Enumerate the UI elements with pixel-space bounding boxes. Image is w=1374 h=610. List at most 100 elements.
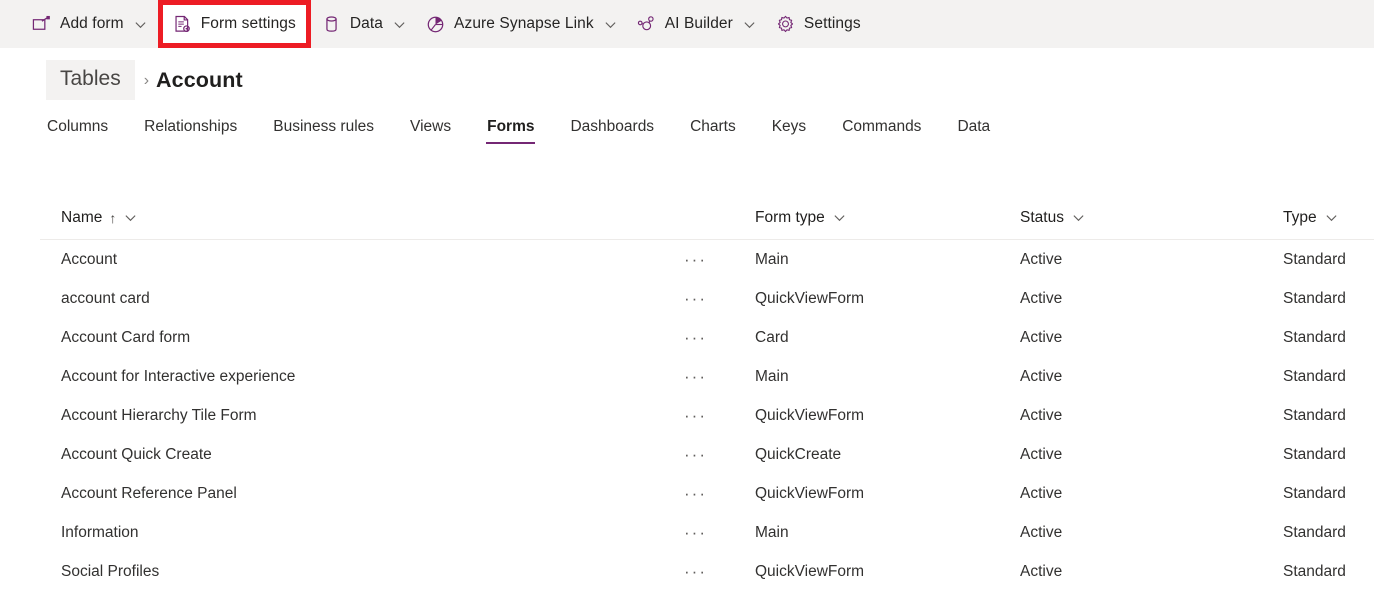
cell-name: Information [40, 524, 680, 542]
cell-status: Active [1020, 485, 1283, 503]
tab-business-rules[interactable]: Business rules [272, 112, 375, 144]
command-azure-synapse-link[interactable]: Azure Synapse Link [416, 6, 627, 42]
cell-name: Account Reference Panel [40, 485, 680, 503]
ai-builder-icon [637, 15, 656, 34]
column-header-name[interactable]: Name ↑ [40, 209, 680, 227]
tab-relationships[interactable]: Relationships [143, 112, 238, 144]
command-bar: Add form Form settings Data [0, 0, 1374, 48]
table-row[interactable]: Account Card form ··· Card Active Standa… [40, 318, 1374, 357]
cell-type: Standard [1283, 329, 1373, 347]
column-header-name-label: Name [61, 209, 102, 227]
more-options-icon[interactable]: ··· [680, 444, 711, 465]
database-icon [322, 15, 341, 34]
row-actions[interactable]: ··· [680, 327, 755, 348]
more-options-icon[interactable]: ··· [680, 483, 711, 504]
command-data[interactable]: Data [312, 6, 416, 42]
cell-type: Standard [1283, 524, 1373, 542]
column-header-status-label: Status [1020, 209, 1064, 227]
cell-name: Account for Interactive experience [40, 368, 680, 386]
cell-form-type: QuickCreate [755, 446, 1020, 464]
row-actions[interactable]: ··· [680, 366, 755, 387]
command-azure-synapse-link-label: Azure Synapse Link [454, 15, 594, 33]
cell-form-type: QuickViewForm [755, 563, 1020, 581]
breadcrumb: Tables › Account [46, 60, 243, 100]
more-options-icon[interactable]: ··· [680, 327, 711, 348]
cell-type: Standard [1283, 290, 1373, 308]
row-actions[interactable]: ··· [680, 561, 755, 582]
more-options-icon[interactable]: ··· [680, 249, 711, 270]
tab-views[interactable]: Views [409, 112, 452, 144]
row-actions[interactable]: ··· [680, 405, 755, 426]
tab-columns[interactable]: Columns [46, 112, 109, 144]
table-row[interactable]: Social Profiles ··· QuickViewForm Active… [40, 552, 1374, 591]
command-form-settings-label: Form settings [201, 15, 296, 33]
command-data-label: Data [350, 15, 383, 33]
tab-commands[interactable]: Commands [841, 112, 922, 144]
table-row[interactable]: Account ··· Main Active Standard [40, 240, 1374, 279]
cell-name: account card [40, 290, 680, 308]
tab-dashboards[interactable]: Dashboards [569, 112, 655, 144]
more-options-icon[interactable]: ··· [680, 405, 711, 426]
cell-type: Standard [1283, 407, 1373, 425]
row-actions[interactable]: ··· [680, 522, 755, 543]
column-header-type-label: Type [1283, 209, 1317, 227]
chevron-down-icon[interactable] [124, 211, 137, 224]
cell-form-type: Main [755, 524, 1020, 542]
chevron-down-icon[interactable] [833, 211, 846, 224]
more-options-icon[interactable]: ··· [680, 561, 711, 582]
cell-form-type: Card [755, 329, 1020, 347]
pivot-tabs: Columns Relationships Business rules Vie… [46, 112, 1025, 152]
column-header-form-type-label: Form type [755, 209, 825, 227]
add-form-icon [32, 15, 51, 34]
cell-form-type: QuickViewForm [755, 485, 1020, 503]
tab-data[interactable]: Data [956, 112, 991, 144]
column-header-type[interactable]: Type [1283, 209, 1373, 227]
chevron-down-icon[interactable] [604, 18, 617, 31]
breadcrumb-item-tables[interactable]: Tables [46, 60, 135, 100]
cell-status: Active [1020, 368, 1283, 386]
chevron-down-icon[interactable] [134, 18, 147, 31]
cell-form-type: QuickViewForm [755, 290, 1020, 308]
cell-name: Account Quick Create [40, 446, 680, 464]
chevron-down-icon[interactable] [393, 18, 406, 31]
cell-type: Standard [1283, 485, 1373, 503]
table-row[interactable]: account card ··· QuickViewForm Active St… [40, 279, 1374, 318]
column-header-form-type[interactable]: Form type [755, 209, 1020, 227]
table-row[interactable]: Information ··· Main Active Standard [40, 513, 1374, 552]
cell-type: Standard [1283, 563, 1373, 581]
cell-form-type: Main [755, 368, 1020, 386]
tab-keys[interactable]: Keys [771, 112, 807, 144]
cell-form-type: Main [755, 251, 1020, 269]
row-actions[interactable]: ··· [680, 288, 755, 309]
table-row[interactable]: Account Quick Create ··· QuickCreate Act… [40, 435, 1374, 474]
chevron-down-icon[interactable] [743, 18, 756, 31]
row-actions[interactable]: ··· [680, 483, 755, 504]
tab-forms[interactable]: Forms [486, 112, 535, 144]
row-actions[interactable]: ··· [680, 249, 755, 270]
more-options-icon[interactable]: ··· [680, 522, 711, 543]
table-row[interactable]: Account Reference Panel ··· QuickViewFor… [40, 474, 1374, 513]
more-options-icon[interactable]: ··· [680, 288, 711, 309]
command-settings[interactable]: Settings [766, 6, 871, 42]
cell-status: Active [1020, 290, 1283, 308]
table-row[interactable]: Account Hierarchy Tile Form ··· QuickVie… [40, 396, 1374, 435]
row-actions[interactable]: ··· [680, 444, 755, 465]
sort-ascending-icon: ↑ [109, 211, 116, 225]
command-add-form[interactable]: Add form [22, 6, 157, 42]
command-form-settings[interactable]: Form settings [163, 5, 306, 43]
cell-status: Active [1020, 446, 1283, 464]
command-add-form-label: Add form [60, 15, 124, 33]
tab-charts[interactable]: Charts [689, 112, 737, 144]
forms-grid: Name ↑ Form type Status [40, 196, 1374, 591]
cell-form-type: QuickViewForm [755, 407, 1020, 425]
more-options-icon[interactable]: ··· [680, 366, 711, 387]
form-settings-icon [173, 15, 192, 34]
command-ai-builder[interactable]: AI Builder [627, 6, 766, 42]
chevron-down-icon[interactable] [1325, 211, 1338, 224]
cell-name: Account [40, 251, 680, 269]
column-header-status[interactable]: Status [1020, 209, 1283, 227]
cell-status: Active [1020, 329, 1283, 347]
chevron-down-icon[interactable] [1072, 211, 1085, 224]
cell-status: Active [1020, 524, 1283, 542]
table-row[interactable]: Account for Interactive experience ··· M… [40, 357, 1374, 396]
